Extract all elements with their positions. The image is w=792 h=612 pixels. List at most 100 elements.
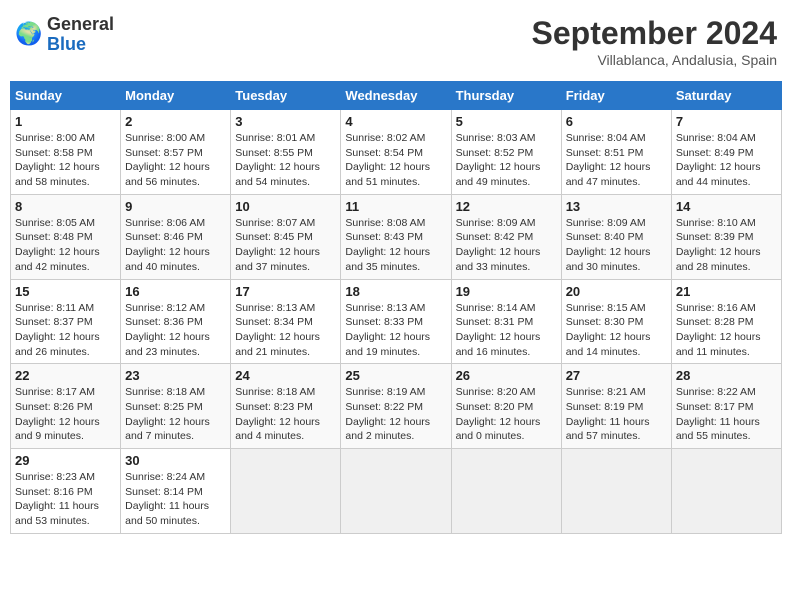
calendar-cell: 26 Sunrise: 8:20 AMSunset: 8:20 PMDayligh…: [451, 364, 561, 449]
calendar-cell: 7 Sunrise: 8:04 AMSunset: 8:49 PMDaylight…: [671, 110, 781, 195]
day-info: Sunrise: 8:24 AMSunset: 8:14 PMDaylight:…: [125, 470, 226, 529]
day-info: Sunrise: 8:00 AMSunset: 8:58 PMDaylight:…: [15, 131, 116, 190]
weekday-header-thursday: Thursday: [451, 82, 561, 110]
logo: 🌍 General Blue: [15, 15, 114, 55]
logo-blue-text: Blue: [47, 35, 114, 55]
calendar-cell: [561, 449, 671, 534]
calendar-week-row: 22 Sunrise: 8:17 AMSunset: 8:26 PMDayligh…: [11, 364, 782, 449]
day-info: Sunrise: 8:21 AMSunset: 8:19 PMDaylight:…: [566, 385, 667, 444]
day-info: Sunrise: 8:20 AMSunset: 8:20 PMDaylight:…: [456, 385, 557, 444]
day-number: 27: [566, 368, 667, 383]
day-info: Sunrise: 8:04 AMSunset: 8:51 PMDaylight:…: [566, 131, 667, 190]
calendar-cell: [231, 449, 341, 534]
day-info: Sunrise: 8:05 AMSunset: 8:48 PMDaylight:…: [15, 216, 116, 275]
day-number: 11: [345, 199, 446, 214]
calendar-cell: 30 Sunrise: 8:24 AMSunset: 8:14 PMDayligh…: [121, 449, 231, 534]
weekday-header-friday: Friday: [561, 82, 671, 110]
calendar-cell: [451, 449, 561, 534]
weekday-header-wednesday: Wednesday: [341, 82, 451, 110]
title-block: September 2024 Villablanca, Andalusia, S…: [532, 15, 777, 68]
day-info: Sunrise: 8:04 AMSunset: 8:49 PMDaylight:…: [676, 131, 777, 190]
calendar-cell: 2 Sunrise: 8:00 AMSunset: 8:57 PMDaylight…: [121, 110, 231, 195]
day-number: 1: [15, 114, 116, 129]
day-info: Sunrise: 8:03 AMSunset: 8:52 PMDaylight:…: [456, 131, 557, 190]
day-info: Sunrise: 8:08 AMSunset: 8:43 PMDaylight:…: [345, 216, 446, 275]
calendar-cell: 15Sunrise: 8:11 AMSunset: 8:37 PMDayligh…: [11, 279, 121, 364]
location-text: Villablanca, Andalusia, Spain: [532, 52, 777, 68]
day-info: Sunrise: 8:18 AMSunset: 8:25 PMDaylight:…: [125, 385, 226, 444]
day-info: Sunrise: 8:16 AMSunset: 8:28 PMDaylight:…: [676, 301, 777, 360]
day-info: Sunrise: 8:10 AMSunset: 8:39 PMDaylight:…: [676, 216, 777, 275]
day-number: 8: [15, 199, 116, 214]
day-number: 25: [345, 368, 446, 383]
calendar-cell: 16 Sunrise: 8:12 AMSunset: 8:36 PMDayligh…: [121, 279, 231, 364]
day-info: Sunrise: 8:17 AMSunset: 8:26 PMDaylight:…: [15, 385, 116, 444]
logo-icon: 🌍: [15, 21, 43, 49]
calendar-cell: 1 Sunrise: 8:00 AMSunset: 8:58 PMDaylight…: [11, 110, 121, 195]
calendar-cell: 23Sunrise: 8:18 AMSunset: 8:25 PMDayligh…: [121, 364, 231, 449]
weekday-header-monday: Monday: [121, 82, 231, 110]
day-info: Sunrise: 8:11 AMSunset: 8:37 PMDaylight:…: [15, 301, 116, 360]
calendar-cell: 25 Sunrise: 8:19 AMSunset: 8:22 PMDayligh…: [341, 364, 451, 449]
calendar-week-row: 8 Sunrise: 8:05 AMSunset: 8:48 PMDaylight…: [11, 194, 782, 279]
day-info: Sunrise: 8:00 AMSunset: 8:57 PMDaylight:…: [125, 131, 226, 190]
calendar-cell: 27 Sunrise: 8:21 AMSunset: 8:19 PMDayligh…: [561, 364, 671, 449]
calendar-cell: 21 Sunrise: 8:16 AMSunset: 8:28 PMDayligh…: [671, 279, 781, 364]
day-number: 26: [456, 368, 557, 383]
logo-text: General Blue: [47, 15, 114, 55]
day-number: 9: [125, 199, 226, 214]
calendar-cell: 19Sunrise: 8:14 AMSunset: 8:31 PMDayligh…: [451, 279, 561, 364]
svg-text:🌍: 🌍: [15, 21, 42, 46]
calendar-cell: 5Sunrise: 8:03 AMSunset: 8:52 PMDaylight…: [451, 110, 561, 195]
weekday-header-tuesday: Tuesday: [231, 82, 341, 110]
calendar-cell: 6 Sunrise: 8:04 AMSunset: 8:51 PMDaylight…: [561, 110, 671, 195]
calendar-cell: 17Sunrise: 8:13 AMSunset: 8:34 PMDayligh…: [231, 279, 341, 364]
day-info: Sunrise: 8:14 AMSunset: 8:31 PMDaylight:…: [456, 301, 557, 360]
day-number: 16: [125, 284, 226, 299]
day-info: Sunrise: 8:13 AMSunset: 8:33 PMDaylight:…: [345, 301, 446, 360]
day-info: Sunrise: 8:19 AMSunset: 8:22 PMDaylight:…: [345, 385, 446, 444]
day-number: 3: [235, 114, 336, 129]
logo-general-text: General: [47, 15, 114, 35]
day-info: Sunrise: 8:01 AMSunset: 8:55 PMDaylight:…: [235, 131, 336, 190]
calendar-cell: 28Sunrise: 8:22 AMSunset: 8:17 PMDayligh…: [671, 364, 781, 449]
calendar-cell: 18 Sunrise: 8:13 AMSunset: 8:33 PMDayligh…: [341, 279, 451, 364]
calendar-week-row: 1 Sunrise: 8:00 AMSunset: 8:58 PMDaylight…: [11, 110, 782, 195]
calendar-table: SundayMondayTuesdayWednesdayThursdayFrid…: [10, 81, 782, 534]
weekday-header-saturday: Saturday: [671, 82, 781, 110]
day-info: Sunrise: 8:02 AMSunset: 8:54 PMDaylight:…: [345, 131, 446, 190]
calendar-body: 1 Sunrise: 8:00 AMSunset: 8:58 PMDaylight…: [11, 110, 782, 534]
calendar-cell: 24Sunrise: 8:18 AMSunset: 8:23 PMDayligh…: [231, 364, 341, 449]
calendar-cell: [671, 449, 781, 534]
calendar-cell: 29Sunrise: 8:23 AMSunset: 8:16 PMDayligh…: [11, 449, 121, 534]
calendar-cell: 14 Sunrise: 8:10 AMSunset: 8:39 PMDayligh…: [671, 194, 781, 279]
calendar-cell: 20Sunrise: 8:15 AMSunset: 8:30 PMDayligh…: [561, 279, 671, 364]
day-info: Sunrise: 8:13 AMSunset: 8:34 PMDaylight:…: [235, 301, 336, 360]
day-number: 21: [676, 284, 777, 299]
calendar-cell: [341, 449, 451, 534]
calendar-cell: 3 Sunrise: 8:01 AMSunset: 8:55 PMDaylight…: [231, 110, 341, 195]
day-info: Sunrise: 8:07 AMSunset: 8:45 PMDaylight:…: [235, 216, 336, 275]
day-number: 30: [125, 453, 226, 468]
calendar-cell: 9 Sunrise: 8:06 AMSunset: 8:46 PMDaylight…: [121, 194, 231, 279]
day-number: 6: [566, 114, 667, 129]
calendar-header: SundayMondayTuesdayWednesdayThursdayFrid…: [11, 82, 782, 110]
month-title: September 2024: [532, 15, 777, 52]
day-number: 18: [345, 284, 446, 299]
calendar-cell: 10 Sunrise: 8:07 AMSunset: 8:45 PMDayligh…: [231, 194, 341, 279]
day-info: Sunrise: 8:18 AMSunset: 8:23 PMDaylight:…: [235, 385, 336, 444]
day-number: 22: [15, 368, 116, 383]
day-info: Sunrise: 8:06 AMSunset: 8:46 PMDaylight:…: [125, 216, 226, 275]
day-number: 14: [676, 199, 777, 214]
day-number: 10: [235, 199, 336, 214]
day-info: Sunrise: 8:22 AMSunset: 8:17 PMDaylight:…: [676, 385, 777, 444]
calendar-cell: 13 Sunrise: 8:09 AMSunset: 8:40 PMDayligh…: [561, 194, 671, 279]
day-number: 2: [125, 114, 226, 129]
day-info: Sunrise: 8:15 AMSunset: 8:30 PMDaylight:…: [566, 301, 667, 360]
day-info: Sunrise: 8:09 AMSunset: 8:40 PMDaylight:…: [566, 216, 667, 275]
day-info: Sunrise: 8:12 AMSunset: 8:36 PMDaylight:…: [125, 301, 226, 360]
day-number: 13: [566, 199, 667, 214]
calendar-week-row: 15Sunrise: 8:11 AMSunset: 8:37 PMDayligh…: [11, 279, 782, 364]
day-number: 7: [676, 114, 777, 129]
calendar-cell: 11 Sunrise: 8:08 AMSunset: 8:43 PMDayligh…: [341, 194, 451, 279]
